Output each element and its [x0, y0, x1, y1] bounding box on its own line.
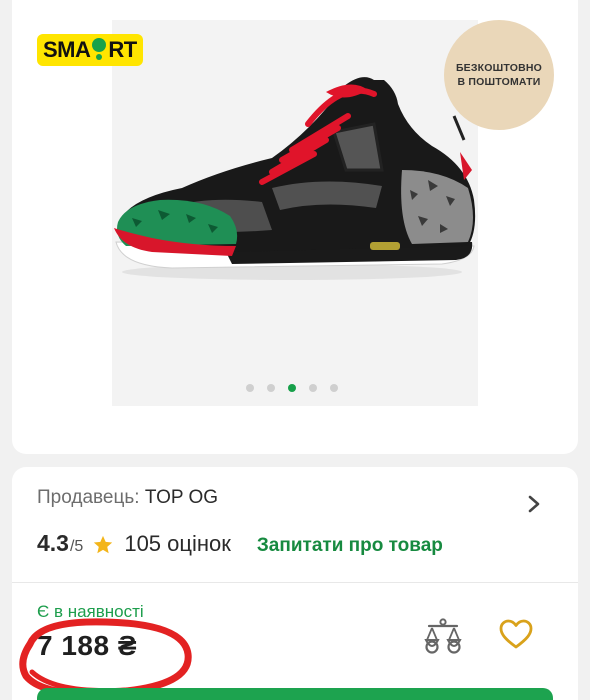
- star-icon: [94, 535, 113, 554]
- smart-logo-text-right: RT: [108, 37, 137, 62]
- gallery-dot[interactable]: [330, 384, 338, 392]
- smart-logo-mark-icon: [91, 37, 107, 63]
- seller-label: Продавець:: [37, 487, 140, 508]
- sneaker-image: [114, 77, 476, 280]
- seller-name: TOP OG: [144, 487, 219, 508]
- promo-line-1: БЕЗКОШТОВНО: [455, 61, 543, 74]
- smart-logo: SMA RT: [37, 34, 143, 66]
- scales-icon[interactable]: [424, 618, 462, 654]
- ask-about-product-link[interactable]: Запитати про товар: [257, 535, 443, 557]
- gallery-dot[interactable]: [246, 384, 254, 392]
- product-photo[interactable]: [112, 20, 478, 406]
- rating-row: 4.3 /5 105 оцінок Запитати про товар: [37, 530, 443, 560]
- seller-row[interactable]: Продавець: TOP OG: [37, 487, 218, 509]
- gallery-dot[interactable]: [309, 384, 317, 392]
- gallery-dot[interactable]: [267, 384, 275, 392]
- promo-line-2: В ПОШТОМАТИ: [457, 76, 541, 88]
- rating-value: 4.3: [37, 530, 69, 556]
- gallery-pagination: [246, 384, 338, 392]
- gallery-dot-active[interactable]: [288, 384, 296, 392]
- chevron-right-icon[interactable]: [526, 494, 542, 514]
- rating-max: /5: [69, 538, 84, 555]
- smart-logo-text-left: SMA: [43, 37, 91, 62]
- buy-button[interactable]: [37, 688, 553, 700]
- reviews-count-link[interactable]: 105 оцінок: [124, 531, 231, 557]
- divider: [12, 582, 578, 583]
- heart-icon[interactable]: [499, 619, 533, 651]
- free-delivery-badge: БЕЗКОШТОВНО В ПОШТОМАТИ: [444, 20, 554, 130]
